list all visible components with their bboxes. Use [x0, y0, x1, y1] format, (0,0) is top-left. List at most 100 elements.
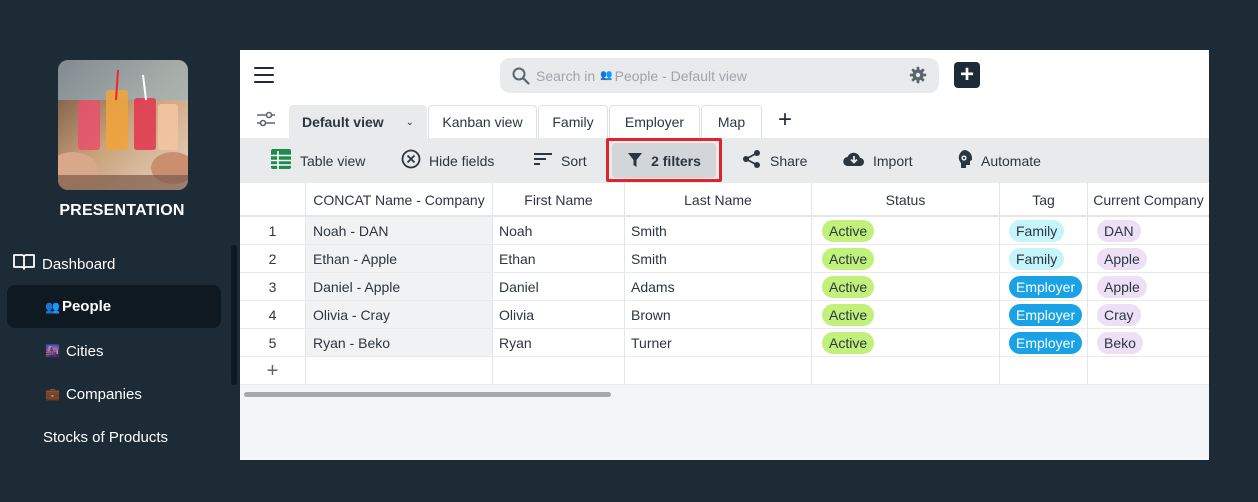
tab-default-view[interactable]: Default view ⌄ [289, 105, 427, 138]
cell-first-name[interactable]: Ethan [499, 245, 619, 273]
cell-first-name[interactable]: Daniel [499, 273, 619, 301]
cell-last-name[interactable]: Adams [631, 273, 801, 301]
cell-first-name[interactable]: Olivia [499, 301, 619, 329]
sidebar-item-label: Companies [65, 385, 142, 403]
share-button[interactable]: Share [742, 138, 807, 183]
chevron-down-icon[interactable]: ⌄ [406, 117, 414, 128]
filters-highlight-box [606, 138, 722, 182]
sidebar-item-stocks-of-products[interactable]: Stocks of Products [43, 427, 168, 447]
table-row[interactable]: 1 Noah - DAN Noah Smith Active Family DA… [240, 217, 1209, 245]
tag-badge: Employer [1009, 304, 1083, 326]
tab-label: Family [552, 114, 594, 130]
sidebar-item-label: Stocks of Products [43, 428, 169, 446]
row-number: 3 [268, 279, 277, 295]
sidebar-item-label: Cities [65, 342, 104, 360]
views-tabbar: Default view ⌄ Kanban view Family Employ… [240, 102, 1209, 138]
cell-current-company[interactable]: Apple [1097, 273, 1207, 301]
status-badge: Active [822, 248, 875, 270]
table-row[interactable]: 3 Daniel - Apple Daniel Adams Active Emp… [240, 273, 1209, 301]
hide-fields-label: Hide fields [429, 152, 495, 169]
table-row[interactable]: 4 Olivia - Cray Olivia Brown Active Empl… [240, 301, 1209, 329]
column-header-tag[interactable]: Tag [999, 183, 1087, 217]
add-table-button[interactable]: + [954, 62, 980, 88]
cell-concat[interactable]: Noah - DAN [313, 217, 488, 245]
sidebar-item-people[interactable]: 👥 People [7, 285, 221, 328]
menu-icon[interactable] [254, 67, 274, 83]
tab-family[interactable]: Family [538, 105, 608, 138]
column-header-status[interactable]: Status [811, 183, 999, 217]
company-badge: Apple [1097, 276, 1147, 298]
tab-map[interactable]: Map [701, 105, 762, 138]
cell-status[interactable]: Active [822, 217, 992, 245]
column-header-last-name[interactable]: Last Name [624, 183, 811, 217]
sidebar-item-dashboard[interactable]: Dashboard [12, 254, 115, 274]
table-row[interactable]: 5 Ryan - Beko Ryan Turner Active Employe… [240, 329, 1209, 357]
cell-current-company[interactable]: Beko [1097, 329, 1207, 357]
cell-status[interactable]: Active [822, 273, 992, 301]
search-icon [512, 67, 530, 85]
add-row: + [240, 357, 1209, 385]
column-header-concat[interactable]: CONCAT Name - Company [305, 183, 492, 217]
gear-icon[interactable] [909, 66, 927, 87]
sidebar-item-cities[interactable]: 🌆 Cities [45, 341, 103, 361]
sort-icon [533, 151, 553, 170]
search-placeholder-prefix: Search in [536, 67, 596, 84]
automate-button[interactable]: Automate [955, 138, 1041, 183]
import-button[interactable]: Import [843, 138, 913, 183]
cell-concat[interactable]: Olivia - Cray [313, 301, 488, 329]
cell-status[interactable]: Active [822, 301, 992, 329]
app-name: PRESENTATION [59, 202, 185, 219]
hide-fields-button[interactable]: Hide fields [401, 138, 494, 183]
cell-tag[interactable]: Employer [1009, 301, 1087, 329]
grid-header-row: CONCAT Name - Company First Name Last Na… [240, 183, 1209, 217]
tag-badge: Family [1009, 220, 1065, 242]
cell-current-company[interactable]: Cray [1097, 301, 1207, 329]
horizontal-scrollbar[interactable] [244, 392, 611, 397]
cell-status[interactable]: Active [822, 245, 992, 273]
cell-tag[interactable]: Family [1009, 217, 1087, 245]
sidebar-scrollbar[interactable] [231, 245, 237, 385]
tab-employer[interactable]: Employer [609, 105, 700, 138]
cell-concat[interactable]: Ethan - Apple [313, 245, 488, 273]
table-row[interactable]: 2 Ethan - Apple Ethan Smith Active Famil… [240, 245, 1209, 273]
toolbar: Table view Hide fields Sort 2 filters Sh… [240, 138, 1209, 183]
sidebar-item-companies[interactable]: 💼 Companies [45, 384, 142, 404]
cell-concat[interactable]: Ryan - Beko [313, 329, 488, 357]
cell-first-name[interactable]: Ryan [499, 329, 619, 357]
cell-current-company[interactable]: Apple [1097, 245, 1207, 273]
status-badge: Active [822, 332, 875, 354]
views-settings-icon[interactable] [255, 108, 277, 135]
share-label: Share [770, 152, 808, 169]
cell-status[interactable]: Active [822, 329, 992, 357]
cell-tag[interactable]: Employer [1009, 329, 1087, 357]
cell-first-name[interactable]: Noah [499, 217, 619, 245]
company-badge: Apple [1097, 248, 1147, 270]
cell-concat[interactable]: Daniel - Apple [313, 273, 488, 301]
cell-last-name[interactable]: Smith [631, 217, 801, 245]
tab-label: Kanban view [442, 114, 523, 130]
hide-icon [401, 149, 421, 172]
cell-current-company[interactable]: DAN [1097, 217, 1207, 245]
add-view-button[interactable]: + [778, 108, 792, 132]
add-row-button[interactable]: + [240, 357, 305, 385]
sort-button[interactable]: Sort [533, 138, 587, 183]
column-header-current-company[interactable]: Current Company [1087, 183, 1209, 217]
tab-kanban-view[interactable]: Kanban view [428, 105, 537, 138]
cell-last-name[interactable]: Turner [631, 329, 801, 357]
table-view-label: Table view [300, 152, 366, 169]
cloud-download-icon [843, 150, 865, 171]
tag-badge: Employer [1009, 276, 1083, 298]
cell-tag[interactable]: Family [1009, 245, 1087, 273]
sidebar-item-label: Dashboard [42, 255, 116, 273]
search-input[interactable]: Search in 👥 People - Default view [500, 58, 939, 93]
cell-last-name[interactable]: Smith [631, 245, 801, 273]
tab-label: Default view [301, 114, 384, 130]
data-grid: CONCAT Name - Company First Name Last Na… [240, 183, 1209, 385]
column-header-first-name[interactable]: First Name [492, 183, 624, 217]
cell-last-name[interactable]: Brown [631, 301, 801, 329]
cell-tag[interactable]: Employer [1009, 273, 1087, 301]
table-view-button[interactable]: Table view [270, 138, 365, 183]
company-badge: Cray [1097, 304, 1141, 326]
people-icon: 👥 [45, 299, 60, 314]
search-placeholder-table: People - Default view [614, 67, 747, 84]
